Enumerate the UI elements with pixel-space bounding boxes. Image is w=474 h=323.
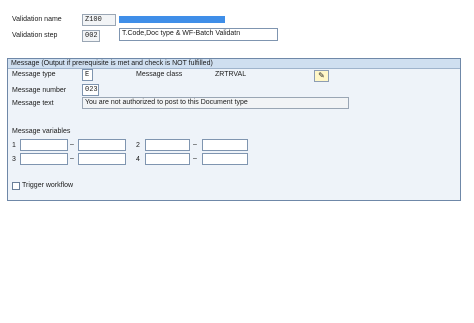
message-group-title: Message (Output if prerequisite is met a…	[8, 59, 460, 69]
variable-1-from-field[interactable]	[20, 139, 68, 151]
validation-step-description-field[interactable]: T.Code,Doc type & WF-Batch Validatn	[119, 28, 278, 41]
variable-3-from-field[interactable]	[20, 153, 68, 165]
validation-step-field: 002	[82, 30, 100, 42]
variable-4-from-field[interactable]	[145, 153, 190, 165]
variable-3-to-field[interactable]	[78, 153, 126, 165]
message-class-value: ZRTRVAL	[215, 71, 247, 78]
trigger-workflow-label: Trigger workflow	[22, 182, 74, 189]
message-text-label: Message text	[12, 100, 54, 107]
message-type-label: Message type	[12, 71, 56, 78]
message-text-field: You are not authorized to post to this D…	[82, 97, 349, 109]
pencil-icon: ✎	[318, 71, 325, 80]
trigger-workflow-checkbox[interactable]	[12, 182, 20, 190]
range-separator: –	[70, 141, 74, 148]
variable-4-to-field[interactable]	[202, 153, 248, 165]
range-separator: –	[70, 155, 74, 162]
variable-2-from-field[interactable]	[145, 139, 190, 151]
message-number-field[interactable]: 023	[82, 84, 99, 96]
range-separator: –	[193, 155, 197, 162]
validation-name-label: Validation name	[12, 16, 62, 23]
selection-highlight	[119, 16, 225, 23]
variable-2-to-field[interactable]	[202, 139, 248, 151]
message-class-label: Message class	[136, 71, 183, 78]
variable-index-4: 4	[136, 156, 140, 163]
range-separator: –	[193, 141, 197, 148]
validation-step-label: Validation step	[12, 32, 58, 39]
validation-name-field: Z100	[82, 14, 116, 26]
variable-index-3: 3	[12, 156, 16, 163]
edit-button[interactable]: ✎	[314, 70, 329, 82]
message-type-field[interactable]: E	[82, 69, 93, 81]
variable-index-2: 2	[136, 142, 140, 149]
variable-index-1: 1	[12, 142, 16, 149]
message-variables-label: Message variables	[12, 128, 71, 135]
variable-1-to-field[interactable]	[78, 139, 126, 151]
message-number-label: Message number	[12, 87, 67, 94]
